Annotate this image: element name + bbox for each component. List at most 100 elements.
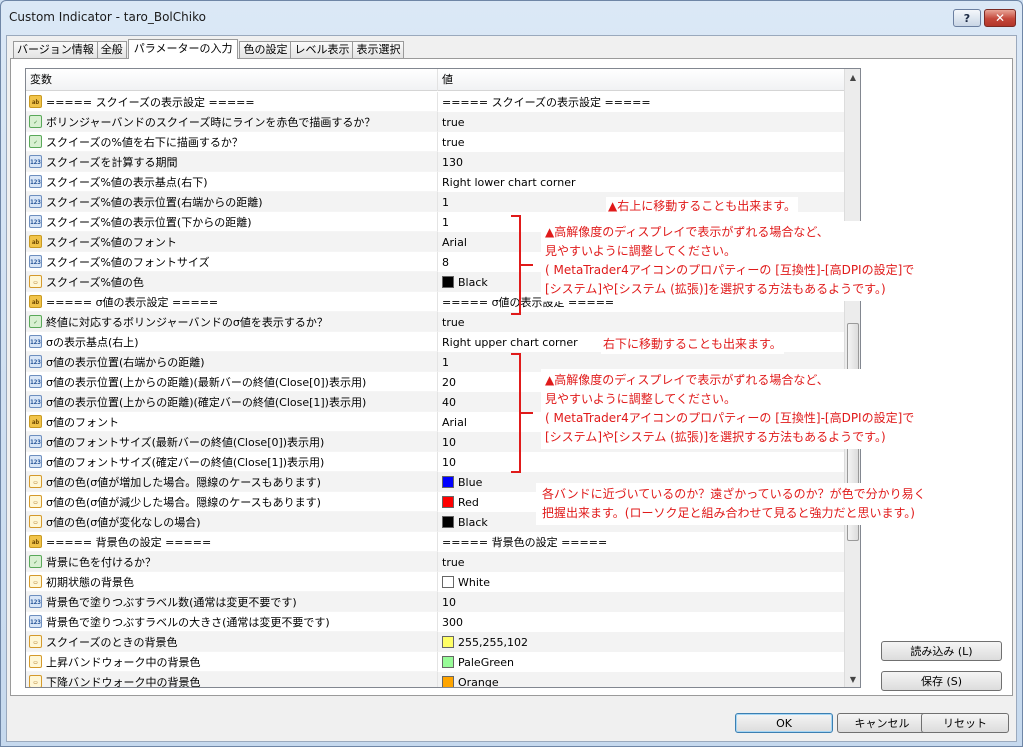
parameter-value-cell[interactable]: Right lower chart corner bbox=[438, 172, 844, 192]
table-row[interactable]: ab ===== 背景色の設定 ===== ===== 背景色の設定 ===== bbox=[26, 532, 844, 552]
parameter-value: Black bbox=[458, 275, 488, 289]
parameter-value: 1 bbox=[442, 355, 449, 369]
int-type-icon: 123 bbox=[29, 615, 42, 628]
annotation-line: ▲高解像度のディスプレイで表示がずれる場合など、 bbox=[545, 225, 829, 239]
parameter-name: σ値の表示位置(上からの距離)(確定バーの終値(Close[1])表示用) bbox=[46, 395, 367, 409]
annotation-line: [システム]や[システム (拡張)]を選択する方法もあるようです。) bbox=[545, 282, 886, 296]
tab-colors[interactable]: 色の設定 bbox=[239, 41, 292, 59]
parameter-name: σの表示基点(右上) bbox=[46, 335, 139, 349]
parameter-value-cell[interactable]: 130 bbox=[438, 152, 844, 172]
tab-parameters[interactable]: パラメーターの入力 bbox=[127, 39, 239, 59]
reset-button[interactable]: リセット bbox=[921, 713, 1009, 733]
table-row[interactable]: ✓ 背景に色を付けるか？ true bbox=[26, 552, 844, 572]
table-row[interactable]: ▭ 上昇バンドウォーク中の背景色 PaleGreen bbox=[26, 652, 844, 672]
parameter-name-cell: ▭ スクイーズのときの背景色 bbox=[26, 632, 438, 652]
table-row[interactable]: 123 背景色で塗りつぶすラベルの大きさ(通常は変更不要です) 300 bbox=[26, 612, 844, 632]
load-button[interactable]: 読み込み (L) bbox=[881, 641, 1002, 661]
parameter-value-cell[interactable]: true bbox=[438, 132, 844, 152]
annotation-bracket-1 bbox=[511, 215, 521, 315]
parameter-value: Blue bbox=[458, 475, 483, 489]
help-button[interactable]: ? bbox=[953, 9, 981, 27]
column-header-value[interactable]: 値 bbox=[438, 69, 844, 91]
table-row[interactable]: ▭ スクイーズのときの背景色 255,255,102 bbox=[26, 632, 844, 652]
parameter-value: 1 bbox=[442, 195, 449, 209]
parameter-value: 300 bbox=[442, 615, 463, 629]
table-row[interactable]: 123 スクイーズを計算する期間 130 bbox=[26, 152, 844, 172]
annotation-note-dpi-2: ▲高解像度のディスプレイで表示がずれる場合など、 見やすいように調整してください… bbox=[541, 369, 919, 449]
parameter-value: 10 bbox=[442, 435, 456, 449]
str-type-icon: ab bbox=[29, 415, 42, 428]
int-type-icon: 123 bbox=[29, 215, 42, 228]
parameter-value-cell[interactable]: ===== 背景色の設定 ===== bbox=[438, 532, 844, 552]
parameter-name: スクイーズ%値の色 bbox=[46, 275, 144, 289]
int-type-icon: 123 bbox=[29, 255, 42, 268]
color-swatch bbox=[442, 476, 454, 488]
color-swatch bbox=[442, 636, 454, 648]
parameter-value: 20 bbox=[442, 375, 456, 389]
parameter-name-cell: ▭ 上昇バンドウォーク中の背景色 bbox=[26, 652, 438, 672]
table-row[interactable]: ab ===== スクイーズの表示設定 ===== ===== スクイーズの表示設定… bbox=[26, 92, 844, 112]
title-bar[interactable]: Custom Indicator - taro_BolChiko ? ✕ bbox=[1, 1, 1022, 35]
parameter-value: Right upper chart corner bbox=[442, 335, 578, 349]
table-row[interactable]: 123 σ値のフォントサイズ(確定バーの終値(Close[1])表示用) 10 bbox=[26, 452, 844, 472]
tab-general[interactable]: 全般 bbox=[96, 41, 127, 59]
column-header-variable[interactable]: 変数 bbox=[26, 69, 438, 91]
table-row[interactable]: 123 スクイーズ%値の表示基点(右下) Right lower chart cor… bbox=[26, 172, 844, 192]
annotation-bracket-2 bbox=[511, 353, 521, 473]
tab-version-info[interactable]: バージョン情報 bbox=[13, 41, 98, 59]
parameter-value-cell[interactable]: PaleGreen bbox=[438, 652, 844, 672]
annotation-bracket-1-tick bbox=[521, 264, 533, 266]
parameter-value-cell[interactable]: 255,255,102 bbox=[438, 632, 844, 652]
parameter-value-cell[interactable]: true bbox=[438, 112, 844, 132]
int-type-icon: 123 bbox=[29, 155, 42, 168]
cancel-button[interactable]: キャンセル bbox=[837, 713, 927, 733]
close-button[interactable]: ✕ bbox=[984, 9, 1016, 27]
table-row[interactable]: ✓ 終値に対応するボリンジャーバンドのσ値を表示するか？ true bbox=[26, 312, 844, 332]
color-swatch bbox=[442, 516, 454, 528]
table-row[interactable]: 123 背景色で塗りつぶすラベル数(通常は変更不要です) 10 bbox=[26, 592, 844, 612]
color-swatch bbox=[442, 576, 454, 588]
parameter-value-cell[interactable]: White bbox=[438, 572, 844, 592]
int-type-icon: 123 bbox=[29, 335, 42, 348]
scroll-up-icon[interactable]: ▲ bbox=[845, 69, 860, 85]
annotation-line: 把握出来ます。(ローソク足と組み合わせて見ると強力だと思います。) bbox=[542, 506, 915, 520]
annotation-note-move-up: ▲右上に移動することも出来ます。 bbox=[606, 197, 799, 216]
parameter-name-cell: ▭ 初期状態の背景色 bbox=[26, 572, 438, 592]
parameter-name: σ値の色(σ値が減少した場合。隠線のケースもあります) bbox=[46, 495, 321, 509]
ok-button[interactable]: OK bbox=[735, 713, 833, 733]
table-row[interactable]: ✓ スクイーズの%値を右下に描画するか？ true bbox=[26, 132, 844, 152]
save-button[interactable]: 保存 (S) bbox=[881, 671, 1002, 691]
parameter-value-cell[interactable]: true bbox=[438, 552, 844, 572]
table-row[interactable]: ▭ 初期状態の背景色 White bbox=[26, 572, 844, 592]
parameter-value: 1 bbox=[442, 215, 449, 229]
parameter-value-cell[interactable]: 10 bbox=[438, 592, 844, 612]
parameter-value-cell[interactable]: Orange bbox=[438, 672, 844, 687]
scroll-down-icon[interactable]: ▼ bbox=[845, 671, 860, 687]
parameter-value-cell[interactable]: true bbox=[438, 312, 844, 332]
color-swatch bbox=[442, 656, 454, 668]
parameter-name: σ値の表示位置(上からの距離)(最新バーの終値(Close[0])表示用) bbox=[46, 375, 367, 389]
parameters-panel: 変数 値 ab ===== スクイーズの表示設定 ===== ===== スクイーズ… bbox=[10, 58, 1013, 696]
int-type-icon: 123 bbox=[29, 375, 42, 388]
table-row[interactable]: ✓ ボリンジャーバンドのスクイーズ時にラインを赤色で描画するか？ true bbox=[26, 112, 844, 132]
table-row[interactable]: ▭ 下降バンドウォーク中の背景色 Orange bbox=[26, 672, 844, 687]
parameter-value: Red bbox=[458, 495, 479, 509]
parameter-name: ===== 背景色の設定 ===== bbox=[46, 535, 212, 549]
parameter-name: スクイーズ%値の表示位置(下からの距離) bbox=[46, 215, 252, 229]
annotation-note-dpi-1: ▲高解像度のディスプレイで表示がずれる場合など、 見やすいように調整してください… bbox=[541, 221, 919, 301]
parameter-value-cell[interactable]: 300 bbox=[438, 612, 844, 632]
parameter-name-cell: 123 σの表示基点(右上) bbox=[26, 332, 438, 352]
annotation-line: ( MetaTrader4アイコンのプロパティーの [互換性]-[高DPIの設定… bbox=[545, 263, 915, 277]
parameter-value-cell[interactable]: 10 bbox=[438, 452, 844, 472]
parameter-name: スクイーズ%値のフォント bbox=[46, 235, 177, 249]
color-type-icon: ▭ bbox=[29, 655, 42, 668]
parameter-name-cell: 123 スクイーズ%値の表示位置(下からの距離) bbox=[26, 212, 438, 232]
parameter-value-cell[interactable]: ===== スクイーズの表示設定 ===== bbox=[438, 92, 844, 112]
tab-levels[interactable]: レベル表示 bbox=[290, 41, 354, 59]
parameter-name-cell: ▭ σ値の色(σ値が増加した場合。隠線のケースもあります) bbox=[26, 472, 438, 492]
tab-visualization[interactable]: 表示選択 bbox=[352, 41, 405, 59]
annotation-line: ( MetaTrader4アイコンのプロパティーの [互換性]-[高DPIの設定… bbox=[545, 411, 915, 425]
parameter-name: ===== σ値の表示設定 ===== bbox=[46, 295, 219, 309]
parameter-name: 終値に対応するボリンジャーバンドのσ値を表示するか？ bbox=[46, 315, 328, 329]
parameter-name: スクイーズのときの背景色 bbox=[46, 635, 178, 649]
